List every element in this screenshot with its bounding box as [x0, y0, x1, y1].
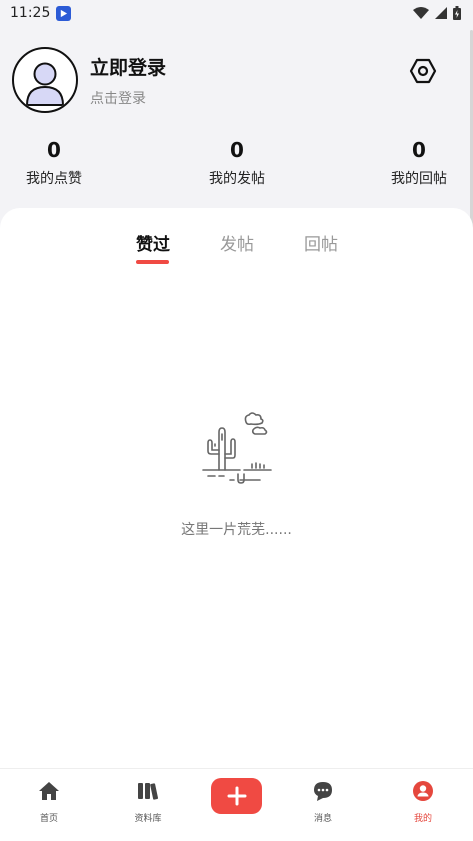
- message-icon: [314, 782, 332, 801]
- status-bar: 11:25: [0, 0, 473, 26]
- login-title[interactable]: 立即登录: [90, 53, 166, 80]
- tab-liked[interactable]: 赞过: [136, 230, 170, 255]
- tabbar-profile-label: 我的: [413, 814, 432, 824]
- bottom-strip: [0, 830, 473, 841]
- battery-icon: [453, 6, 461, 20]
- stat-likes-label: 我的点赞: [26, 171, 82, 187]
- home-icon: [39, 782, 59, 800]
- stat-posts-label: 我的发帖: [209, 171, 265, 187]
- tabbar-home-label: 首页: [39, 814, 58, 824]
- avatar-badge-dot: [70, 57, 74, 61]
- profile-icon: [413, 781, 433, 801]
- tabbar-library[interactable]: 资料库: [113, 779, 183, 824]
- status-left: 11:25: [10, 5, 72, 21]
- profile-text[interactable]: 立即登录 点击登录: [90, 53, 166, 108]
- stat-likes-count: 0: [47, 138, 61, 162]
- login-subtitle: 点击登录: [90, 90, 146, 107]
- avatar[interactable]: [12, 47, 78, 113]
- tabbar-home[interactable]: 首页: [14, 779, 84, 824]
- default-avatar-icon: [25, 62, 65, 106]
- desert-cactus-icon: [202, 412, 272, 484]
- tabbar-library-label: 资料库: [134, 814, 162, 824]
- tab-replies[interactable]: 回帖: [304, 230, 338, 255]
- status-time: 11:25: [10, 5, 51, 21]
- library-icon: [138, 783, 159, 800]
- stat-posts[interactable]: 0 我的发帖: [192, 138, 282, 188]
- signal-icon: [435, 7, 447, 19]
- settings-icon[interactable]: [409, 57, 437, 85]
- stat-likes[interactable]: 0 我的点赞: [9, 138, 99, 188]
- stats-row: 0 我的点赞 0 我的发帖 0 我的回帖: [0, 138, 473, 194]
- status-right: [413, 6, 461, 20]
- tabbar-messages-label: 消息: [313, 814, 332, 824]
- tabbar-messages[interactable]: 消息: [288, 779, 358, 824]
- content-tabs: 赞过 发帖 回帖: [0, 230, 473, 270]
- wifi-icon: [413, 7, 429, 19]
- plus-icon: [227, 786, 246, 806]
- add-post-button[interactable]: [211, 778, 262, 814]
- stat-replies-count: 0: [412, 138, 426, 162]
- stat-replies[interactable]: 0 我的回帖: [374, 138, 464, 188]
- stat-replies-label: 我的回帖: [391, 171, 447, 187]
- stat-posts-count: 0: [230, 138, 244, 162]
- tab-active-indicator: [136, 260, 169, 264]
- tabbar-profile[interactable]: 我的: [388, 779, 458, 824]
- empty-state-text: 这里一片荒芜......: [181, 522, 292, 538]
- login-area[interactable]: 立即登录 点击登录: [12, 47, 166, 113]
- bottom-tab-bar: 首页 资料库 消息 我的: [0, 768, 473, 831]
- app-notification-icon: [56, 5, 72, 21]
- tab-posts[interactable]: 发帖: [220, 230, 254, 255]
